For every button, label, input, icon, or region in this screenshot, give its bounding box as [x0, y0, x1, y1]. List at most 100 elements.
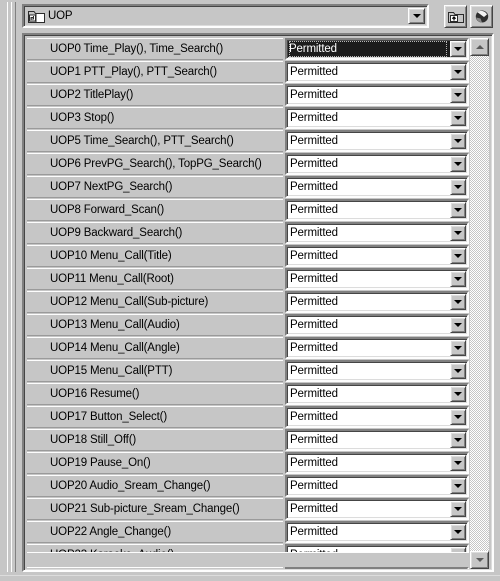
permission-combobox-dropdown-button[interactable] — [450, 340, 466, 356]
uop-operation-label: UOP16 Resume() — [27, 383, 283, 405]
permission-combobox[interactable]: Permitted — [285, 567, 469, 569]
permission-combobox[interactable]: Permitted — [285, 383, 469, 405]
permission-combobox-value: Permitted — [290, 250, 338, 262]
permission-combobox-dropdown-button[interactable] — [450, 432, 466, 448]
permission-combobox-dropdown-button[interactable] — [450, 156, 466, 172]
uop-operation-label: UOP12 Menu_Call(Sub-picture) — [27, 291, 283, 313]
permission-combobox-dropdown-button[interactable] — [450, 294, 466, 310]
permission-combobox-dropdown-button[interactable] — [450, 248, 466, 264]
permission-combobox-dropdown-button[interactable] — [450, 386, 466, 402]
chevron-down-icon — [454, 323, 462, 327]
browse-globe-button[interactable] — [470, 5, 493, 28]
scroll-down-button[interactable] — [470, 551, 489, 569]
permission-combobox-dropdown-button[interactable] — [450, 317, 466, 333]
table-row[interactable]: UOP15 Menu_Call(PTT) Permitted — [27, 360, 469, 383]
permission-combobox[interactable]: Permitted — [285, 107, 469, 129]
table-row[interactable]: UOP9 Backward_Search() Permitted — [27, 222, 469, 245]
uop-operation-label: UOP1 PTT_Play(), PTT_Search() — [27, 61, 283, 83]
panel-splitter[interactable] — [6, 2, 16, 572]
table-row[interactable]: UOP17 Button_Select() Permitted — [27, 406, 469, 429]
permission-combobox[interactable]: Permitted — [285, 130, 469, 152]
uop-list: UOP0 Time_Play(), Time_Search() Permitted… — [27, 38, 469, 569]
permission-combobox-dropdown-button[interactable] — [450, 202, 466, 218]
permission-combobox[interactable]: Permitted — [285, 222, 469, 244]
path-combobox[interactable]: UOP — [22, 4, 429, 28]
chevron-down-icon — [454, 530, 462, 534]
permission-combobox[interactable]: Permitted — [285, 84, 469, 106]
table-row[interactable]: UOP13 Menu_Call(Audio) Permitted — [27, 314, 469, 337]
permission-combobox-value: Permitted — [290, 388, 338, 400]
table-row[interactable]: UOP8 Forward_Scan() Permitted — [27, 199, 469, 222]
chevron-down-icon — [454, 254, 462, 258]
permission-combobox[interactable]: Permitted — [285, 61, 469, 83]
permission-combobox[interactable]: Permitted — [285, 153, 469, 175]
uop-operation-label: UOP21 Sub-picture_Sream_Change() — [27, 498, 283, 520]
table-row[interactable]: UOP16 Resume() Permitted — [27, 383, 469, 406]
permission-combobox[interactable]: Permitted — [285, 406, 469, 428]
permission-combobox[interactable]: Permitted — [285, 199, 469, 221]
table-row[interactable]: UOP20 Audio_Sream_Change() Permitted — [27, 475, 469, 498]
table-row[interactable]: UOP12 Menu_Call(Sub-picture) Permitted — [27, 291, 469, 314]
path-combobox-dropdown-button[interactable] — [408, 8, 425, 24]
splitter-groove-right — [11, 2, 16, 572]
uop-operation-label: UOP20 Audio_Sream_Change() — [27, 475, 283, 497]
scroll-up-button[interactable] — [470, 38, 489, 56]
permission-combobox[interactable]: Permitted — [285, 452, 469, 474]
uop-operation-label: UOP0 Time_Play(), Time_Search() — [27, 38, 283, 60]
folder-up-icon — [28, 9, 45, 23]
permission-combobox-value: Permitted — [290, 296, 338, 308]
permission-combobox[interactable]: Permitted — [285, 38, 469, 60]
permission-combobox-dropdown-button[interactable] — [450, 478, 466, 494]
table-row[interactable]: UOP7 NextPG_Search() Permitted — [27, 176, 469, 199]
vertical-scrollbar[interactable] — [470, 38, 489, 569]
window-bottom-edge — [0, 575, 500, 581]
permission-combobox-dropdown-button[interactable] — [450, 133, 466, 149]
table-row[interactable]: UOP10 Menu_Call(Title) Permitted — [27, 245, 469, 268]
table-row[interactable]: UOP5 Time_Search(), PTT_Search() Permitte… — [27, 130, 469, 153]
chevron-down-icon — [454, 507, 462, 511]
permission-combobox-dropdown-button[interactable] — [450, 409, 466, 425]
table-row[interactable]: UOP22 Angle_Change() Permitted — [27, 521, 469, 544]
permission-combobox[interactable]: Permitted — [285, 360, 469, 382]
chevron-down-icon — [454, 484, 462, 488]
permission-combobox[interactable]: Permitted — [285, 314, 469, 336]
table-row[interactable]: UOP18 Still_Off() Permitted — [27, 429, 469, 452]
table-row[interactable]: UOP6 PrevPG_Search(), TopPG_Search() Perm… — [27, 153, 469, 176]
table-row[interactable]: UOP24 Video_Presentation()Permitted — [27, 567, 469, 569]
permission-combobox-dropdown-button[interactable] — [450, 524, 466, 540]
permission-combobox[interactable]: Permitted — [285, 475, 469, 497]
table-row[interactable]: UOP1 PTT_Play(), PTT_Search() Permitted — [27, 61, 469, 84]
permission-combobox[interactable]: Permitted — [285, 176, 469, 198]
permission-combobox[interactable]: Permitted — [285, 337, 469, 359]
permission-combobox-dropdown-button[interactable] — [450, 363, 466, 379]
table-row[interactable]: UOP3 Stop() Permitted — [27, 107, 469, 130]
scrollbar-track[interactable] — [470, 56, 489, 551]
permission-combobox-dropdown-button[interactable] — [450, 41, 466, 57]
list-bottom-filler — [27, 552, 469, 567]
chevron-down-icon — [454, 392, 462, 396]
permission-combobox-dropdown-button[interactable] — [450, 271, 466, 287]
up-one-level-button[interactable] — [444, 5, 467, 28]
permission-combobox[interactable]: Permitted — [285, 245, 469, 267]
table-row[interactable]: UOP0 Time_Play(), Time_Search() Permitted — [27, 38, 469, 61]
permission-combobox-dropdown-button[interactable] — [450, 87, 466, 103]
permission-combobox-dropdown-button[interactable] — [450, 455, 466, 471]
permission-combobox-dropdown-button[interactable] — [450, 225, 466, 241]
permission-combobox[interactable]: Permitted — [285, 498, 469, 520]
permission-combobox-dropdown-button[interactable] — [450, 64, 466, 80]
permission-combobox-dropdown-button[interactable] — [450, 179, 466, 195]
chevron-down-icon — [454, 438, 462, 442]
chevron-down-icon — [412, 14, 421, 18]
table-row[interactable]: UOP14 Menu_Call(Angle) Permitted — [27, 337, 469, 360]
permission-combobox-dropdown-button[interactable] — [450, 110, 466, 126]
table-row[interactable]: UOP2 TitlePlay() Permitted — [27, 84, 469, 107]
chevron-down-icon — [454, 461, 462, 465]
permission-combobox[interactable]: Permitted — [285, 521, 469, 543]
table-row[interactable]: UOP21 Sub-picture_Sream_Change() Permitte… — [27, 498, 469, 521]
permission-combobox-dropdown-button[interactable] — [450, 501, 466, 517]
permission-combobox[interactable]: Permitted — [285, 429, 469, 451]
table-row[interactable]: UOP19 Pause_On() Permitted — [27, 452, 469, 475]
permission-combobox[interactable]: Permitted — [285, 268, 469, 290]
table-row[interactable]: UOP11 Menu_Call(Root) Permitted — [27, 268, 469, 291]
permission-combobox[interactable]: Permitted — [285, 291, 469, 313]
